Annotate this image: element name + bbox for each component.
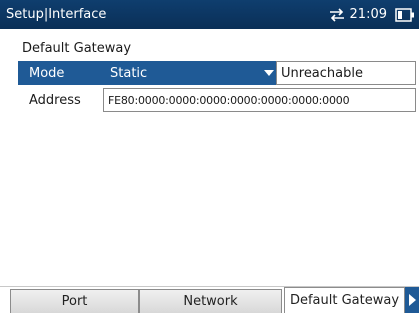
tab-port[interactable]: Port [10, 289, 139, 313]
address-label: Address [29, 92, 81, 108]
gateway-status: Unreachable [276, 61, 416, 85]
tab-default-gateway[interactable]: Default Gateway [284, 287, 405, 313]
tab-scroll-right-button[interactable] [405, 287, 419, 313]
title-bar: Setup|Interface 21:09 [0, 0, 419, 29]
battery-icon [395, 7, 415, 22]
mode-label: Mode [18, 61, 103, 85]
mode-row: Mode Static Unreachable [18, 61, 416, 85]
chevron-down-icon [264, 70, 274, 76]
tab-bar: Port Network Default Gateway [0, 287, 419, 313]
address-field[interactable]: FE80:0000:0000:0000:0000:0000:0000:0000 [103, 88, 416, 112]
arrow-right-icon [408, 294, 416, 306]
network-transfer-icon [328, 7, 346, 22]
address-row: Address FE80:0000:0000:0000:0000:0000:00… [18, 88, 416, 112]
status-area: 21:09 [328, 7, 419, 22]
mode-dropdown[interactable]: Static [103, 61, 276, 85]
window-title: Setup|Interface [6, 7, 107, 22]
clock: 21:09 [349, 7, 387, 22]
mode-selected-value: Static [110, 65, 148, 81]
section-title: Default Gateway [22, 41, 132, 56]
tab-network[interactable]: Network [139, 289, 282, 313]
